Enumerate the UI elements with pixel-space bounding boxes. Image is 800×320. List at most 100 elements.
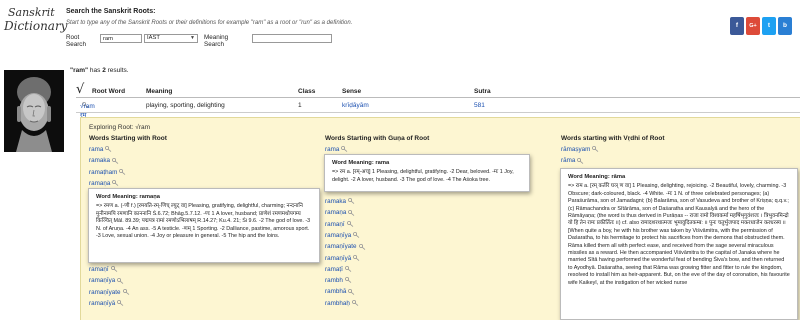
word-link[interactable]: ramaṭham xyxy=(89,169,126,176)
word-link[interactable]: ramaṇī xyxy=(325,221,354,228)
scheme-select[interactable]: IAST ▼ xyxy=(144,34,198,43)
key-icon[interactable] xyxy=(105,146,112,153)
word-text: ramaṇa xyxy=(325,209,347,217)
word-text: rama xyxy=(89,146,104,153)
key-icon[interactable] xyxy=(344,266,352,273)
word-link[interactable]: ramaṇīya xyxy=(325,232,360,239)
col-root-words-heading: Words Starting with Root xyxy=(89,135,167,142)
word-link[interactable]: rama xyxy=(89,146,112,153)
chevron-down-icon: ▼ xyxy=(190,35,195,41)
word-text: ramaṭham xyxy=(89,168,118,176)
word-link[interactable]: rama xyxy=(325,146,348,153)
word-link[interactable]: rāmaṣyam xyxy=(561,146,599,153)
word-link[interactable]: ramaṇa xyxy=(325,209,355,216)
scheme-select-value: IAST xyxy=(147,35,160,41)
key-icon[interactable] xyxy=(351,300,359,306)
buddha-head-icon xyxy=(4,70,64,152)
popup-body: => रमण a. (-णी f.) [रमयति-रम्-णिच् ल्युट… xyxy=(96,203,311,240)
row-sense-link[interactable]: krīḍāyām xyxy=(342,102,369,109)
word-text: rama xyxy=(325,146,340,153)
word-text: ramaṇīyate xyxy=(325,243,357,251)
word-text: ramaka xyxy=(89,157,110,165)
word-text: ramaṇīyate xyxy=(89,288,121,296)
key-icon[interactable] xyxy=(348,198,355,205)
word-link[interactable]: rambh xyxy=(325,277,352,284)
word-text: ramaṇīyā xyxy=(325,254,352,262)
key-icon[interactable] xyxy=(592,146,599,153)
word-text: rāmaṣyam xyxy=(561,146,591,153)
meaning-search-input[interactable] xyxy=(252,34,332,43)
popup-title: Word Meaning: rāma xyxy=(568,174,626,180)
word-text: ramaṇīya xyxy=(325,231,352,239)
root-search-label: Root Search xyxy=(66,34,86,48)
result-number: 2 xyxy=(102,67,106,74)
explore-title: Exploring Root: √ram xyxy=(89,124,151,131)
word-text: rambhā xyxy=(325,288,347,296)
word-meaning-popup-raama: Word Meaning: rāma => राम a. [रम् कर्तरि… xyxy=(560,168,798,320)
popup-body: => रम a. [रम्-अच्] 1 Pleasing, delightfu… xyxy=(332,169,514,183)
col-vrddhi-words-heading: Words starting with Vṛdhi of Root xyxy=(561,135,665,142)
key-icon[interactable] xyxy=(353,254,360,261)
search-hint: Start to type any of the Sanskrit Roots … xyxy=(66,20,353,26)
key-icon[interactable] xyxy=(117,277,124,284)
word-text: rāma xyxy=(561,157,576,165)
site-logo[interactable]: Sanskrit Dictionary xyxy=(4,6,67,40)
key-icon[interactable] xyxy=(112,157,119,164)
word-link[interactable]: ramaka xyxy=(89,157,119,164)
key-icon[interactable] xyxy=(577,157,584,164)
word-link[interactable]: ramaṇī xyxy=(89,266,118,273)
word-meaning-popup-rama: Word Meaning: rama => रम a. [रम्-अच्] 1 … xyxy=(324,154,530,192)
key-icon[interactable] xyxy=(119,168,126,175)
key-icon[interactable] xyxy=(341,146,348,153)
key-icon[interactable] xyxy=(358,243,366,250)
key-icon[interactable] xyxy=(353,232,360,239)
word-text: ramaṇī xyxy=(325,220,345,228)
search-heading: Search the Sanskrit Roots: xyxy=(66,8,156,15)
word-link[interactable]: ramaṇīyā xyxy=(89,300,124,307)
word-text: rambh xyxy=(325,277,343,285)
key-icon[interactable] xyxy=(344,277,352,284)
facebook-icon[interactable]: f xyxy=(730,17,744,35)
word-text: ramaṇīya xyxy=(89,277,116,285)
word-text: ramaka xyxy=(325,198,346,205)
row-sutra-link[interactable]: 581 xyxy=(474,102,485,109)
result-count: "ram" has 2 results. xyxy=(70,67,129,74)
col-root-word: Root Word xyxy=(92,88,126,95)
word-text: ramaṇa xyxy=(89,179,111,187)
root-search-input[interactable] xyxy=(100,34,142,43)
word-link[interactable]: ramaka xyxy=(325,198,355,205)
word-link[interactable]: rambhā xyxy=(325,288,355,295)
word-meaning-popup-ramana: Word Meaning: ramaṇa => रमण a. (-णी f.) … xyxy=(88,188,320,263)
root-link[interactable]: √ram रम् xyxy=(80,102,95,119)
word-link[interactable]: ramaṇa xyxy=(89,180,119,187)
share-icon[interactable]: b xyxy=(778,17,792,35)
twitter-icon[interactable]: t xyxy=(762,17,776,35)
word-link[interactable]: ramaṇīya xyxy=(89,277,124,284)
row-meaning: playing, sporting, delighting xyxy=(146,102,225,109)
key-icon[interactable] xyxy=(117,300,124,307)
key-icon[interactable] xyxy=(112,180,119,187)
key-icon[interactable] xyxy=(122,288,130,295)
site-header: Sanskrit Dictionary Search the Sanskrit … xyxy=(0,0,800,58)
word-link[interactable]: ramaṇīyate xyxy=(325,243,366,250)
popup-title: Word Meaning: ramaṇa xyxy=(96,194,160,200)
word-link[interactable]: ramaṭī xyxy=(325,266,352,273)
key-icon[interactable] xyxy=(110,266,118,273)
google-plus-icon[interactable]: G+ xyxy=(746,17,760,35)
key-icon[interactable] xyxy=(348,288,355,295)
results-table-header: Root Word Meaning Class Sense Sutra xyxy=(76,80,800,98)
word-link[interactable]: rambhaḥ xyxy=(325,300,359,307)
key-icon[interactable] xyxy=(348,209,355,216)
buddha-image xyxy=(4,70,64,152)
col-vrddhi-words: Words starting with Vṛdhi of Root xyxy=(561,135,665,142)
word-text: rambhaḥ xyxy=(325,299,350,307)
key-icon[interactable] xyxy=(346,220,354,227)
col-meaning: Meaning xyxy=(146,88,173,95)
word-link[interactable]: ramaṇīyate xyxy=(89,289,130,296)
word-link[interactable]: ramaṇīyā xyxy=(325,255,360,262)
table-row[interactable]: √ram रम् playing, sporting, delighting 1… xyxy=(76,101,800,119)
word-link[interactable]: rāma xyxy=(561,157,584,164)
meaning-search-label: Meaning Search xyxy=(204,34,229,48)
word-text: ramaṇī xyxy=(89,266,109,273)
result-has: has xyxy=(89,67,101,74)
